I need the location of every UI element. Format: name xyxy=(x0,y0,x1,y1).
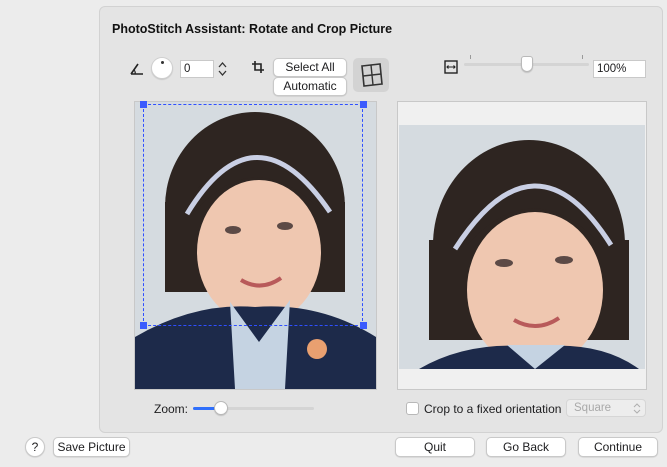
help-button[interactable]: ? xyxy=(25,437,45,457)
quit-button[interactable]: Quit xyxy=(395,437,475,457)
zoom-percent-field[interactable]: 100% xyxy=(593,60,646,78)
preview-portrait-image xyxy=(399,125,645,369)
save-picture-button[interactable]: Save Picture xyxy=(53,437,130,457)
automatic-button[interactable]: Automatic xyxy=(273,77,347,96)
perspective-toggle[interactable] xyxy=(353,58,389,92)
zoom-label: Zoom: xyxy=(154,402,189,416)
fixed-orientation-checkbox[interactable] xyxy=(406,402,419,415)
zoom-percent-value: 100% xyxy=(597,63,627,75)
crop-handle-bottom-left[interactable] xyxy=(140,322,147,329)
crop-handle-top-left[interactable] xyxy=(140,101,147,108)
rotation-stepper[interactable] xyxy=(217,59,228,79)
zoom-slider-knob[interactable] xyxy=(214,401,229,415)
scale-slider[interactable] xyxy=(464,54,589,76)
crop-selection[interactable] xyxy=(143,104,363,326)
orientation-select[interactable]: Square xyxy=(566,399,646,417)
scale-slider-knob[interactable] xyxy=(520,56,533,72)
rotation-value: 0 xyxy=(184,63,191,75)
rotation-field[interactable]: 0 xyxy=(180,60,214,78)
select-chevron-icon xyxy=(633,403,641,414)
continue-button[interactable]: Continue xyxy=(578,437,658,457)
crop-handle-bottom-right[interactable] xyxy=(360,322,367,329)
crop-handle-top-right[interactable] xyxy=(360,101,367,108)
fixed-orientation-label: Crop to a fixed orientation xyxy=(424,402,562,416)
fit-width-icon xyxy=(444,60,458,74)
zoom-slider[interactable] xyxy=(193,400,314,416)
angle-icon xyxy=(130,63,143,75)
dialog-title: PhotoStitch Assistant: Rotate and Crop P… xyxy=(112,22,393,36)
orientation-select-value: Square xyxy=(574,402,612,414)
select-all-button[interactable]: Select All xyxy=(273,58,347,77)
go-back-button[interactable]: Go Back xyxy=(486,437,566,457)
perspective-grid-icon xyxy=(361,63,383,87)
crop-icon xyxy=(252,61,264,73)
rotation-dial[interactable] xyxy=(151,57,173,79)
